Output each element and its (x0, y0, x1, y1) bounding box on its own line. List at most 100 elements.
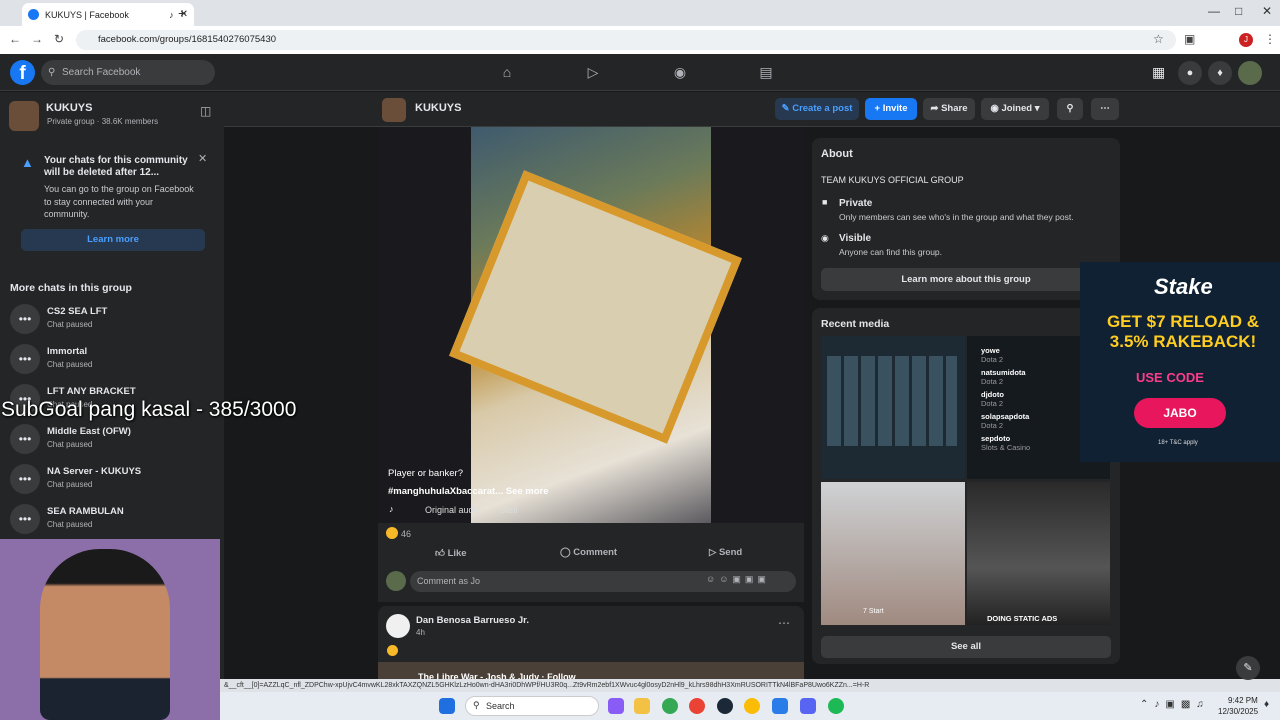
chat-bubble-icon: ••• (10, 464, 40, 494)
maximize-icon[interactable]: □ (1235, 4, 1242, 18)
group-avatar[interactable] (9, 101, 39, 131)
taskbar-date[interactable]: 12/30/2025 (1218, 707, 1258, 716)
forward-icon[interactable]: → (31, 32, 43, 46)
profile-avatar[interactable]: J (1239, 33, 1253, 47)
about-card: About TEAM KUKUYS OFFICIAL GROUP ■ Priva… (812, 138, 1120, 300)
chrome-active-icon[interactable] (744, 698, 760, 714)
invite-button[interactable]: + Invite (865, 98, 917, 120)
back-icon[interactable]: ← (9, 32, 21, 46)
discord-icon[interactable] (800, 698, 816, 714)
like-button[interactable]: 👍︎ Like (435, 547, 467, 559)
chat-item-middle-east[interactable]: ••• Middle East (OFW) Chat paused (10, 422, 220, 454)
joined-button[interactable]: ◉ Joined ▾ (981, 98, 1049, 120)
menu-grid-icon[interactable]: ▦ (1152, 64, 1165, 81)
chat-item-cs2-sea-lft[interactable]: ••• CS2 SEA LFT Chat paused (10, 302, 220, 334)
url-text: facebook.com/groups/1681540276075430 (98, 34, 277, 45)
send-icon: ▷ (709, 547, 717, 558)
group-header-avatar[interactable] (382, 98, 406, 122)
search-input[interactable]: ⚲ Search Facebook (41, 60, 215, 85)
video-icon[interactable]: ▷ (585, 64, 601, 80)
facebook-logo[interactable]: f (10, 60, 35, 85)
share-button[interactable]: ➦ Share (923, 98, 975, 120)
create-post-button[interactable]: ✎ Create a post (775, 98, 859, 120)
new-tab-button[interactable]: + (178, 5, 186, 21)
comment-input[interactable]: Comment as Jo ☺☺▣▣▣ (410, 571, 796, 592)
tray-icons[interactable]: ⌃♪▣▩♫ (1140, 699, 1210, 710)
notifications-icon[interactable]: ♦ (1208, 61, 1232, 85)
streamer-name: djdoto (981, 390, 1004, 399)
account-avatar[interactable] (1238, 61, 1262, 85)
chat-item-na-server[interactable]: ••• NA Server - KUKUYS Chat paused (10, 462, 220, 494)
bookmark-star-icon[interactable]: ☆ (1153, 32, 1164, 46)
post-video[interactable]: Player or banker? #manghuhulaXbaccarat..… (378, 127, 804, 523)
chat-bubble-icon: ••• (10, 304, 40, 334)
notice-body: You can go to the group on Facebook to s… (44, 184, 194, 219)
reaction-emoji-icon (386, 527, 398, 539)
file-explorer-icon[interactable] (634, 698, 650, 714)
visible-desc: Anyone can find this group. (839, 247, 943, 257)
send-button[interactable]: ▷ Send (709, 547, 742, 558)
notice-title: Your chats for this community will be de… (44, 155, 188, 178)
home-icon[interactable]: ⌂ (499, 64, 515, 80)
learn-more-button[interactable]: Learn more (21, 229, 205, 251)
chat-item-immortal[interactable]: ••• Immortal Chat paused (10, 342, 220, 374)
new-message-button[interactable]: ✎ (1236, 656, 1260, 680)
address-bar-row: ← → ↻ facebook.com/groups/16815402760754… (0, 26, 1280, 54)
ad-use-code: USE CODE (1136, 370, 1204, 385)
see-more-link[interactable]: See more (506, 486, 549, 497)
media-thumb-1[interactable] (821, 336, 965, 479)
group-search-button[interactable]: ⚲ (1057, 98, 1083, 120)
spotify-icon[interactable] (828, 698, 844, 714)
group-more-button[interactable]: ⋯ (1091, 98, 1119, 120)
minimize-icon[interactable]: — (1208, 4, 1220, 18)
taskbar-time[interactable]: 9:42 PM (1228, 696, 1258, 705)
chrome-icon[interactable] (662, 698, 678, 714)
groups-icon[interactable]: ◉ (672, 64, 688, 80)
browser-tab[interactable]: KUKUYS | Facebook ♪ ✕ (22, 3, 194, 26)
commenter-avatar (386, 571, 406, 591)
chrome-alt-icon[interactable] (689, 698, 705, 714)
messenger-icon[interactable]: ● (1178, 61, 1202, 85)
tab-audio-icon[interactable]: ♪ (169, 10, 174, 20)
windows-start-icon[interactable] (439, 698, 455, 714)
chat-item-sea-rambulan[interactable]: ••• SEA RAMBULAN Chat paused (10, 502, 220, 534)
media-thumb-4[interactable]: DOING STATIC ADS (967, 482, 1110, 625)
media-thumb-3[interactable]: 7 Start (821, 482, 965, 625)
audio-label[interactable]: Original audio (425, 505, 481, 515)
sidebar-toggle-icon[interactable]: ◫ (200, 104, 211, 118)
author-avatar[interactable] (386, 614, 410, 638)
post-author[interactable]: Dan Benosa Barrueso Jr. (416, 615, 529, 626)
extensions-icon[interactable]: ▣ (1184, 32, 1195, 46)
webcam-feed (0, 539, 220, 720)
close-window-icon[interactable]: ✕ (1262, 4, 1272, 18)
facebook-top-bar: f ⚲ Search Facebook ⌂ ▷ ◉ ▤ ▦ ● ♦ (0, 54, 1280, 91)
reaction-count[interactable]: 46 (401, 529, 411, 539)
steam-icon[interactable] (717, 698, 733, 714)
url-field[interactable]: facebook.com/groups/1681540276075430 (76, 30, 1176, 50)
browser-menu-icon[interactable]: ⋮ (1264, 32, 1276, 46)
notepad-icon[interactable] (772, 698, 788, 714)
group-name[interactable]: KUKUYS (46, 102, 92, 114)
windows-taskbar: ⚲ Search ⌃♪▣▩♫ 9:42 PM 12/30/2025 ♦ (220, 692, 1280, 720)
post-time[interactable]: 4h (416, 628, 425, 637)
gaming-icon[interactable]: ▤ (758, 64, 774, 80)
thumb-grid (827, 356, 957, 446)
group-header-name[interactable]: KUKUYS (415, 102, 461, 114)
recent-media-title: Recent media (821, 318, 890, 330)
see-all-button[interactable]: See all (821, 636, 1111, 658)
copilot-icon[interactable] (608, 698, 624, 714)
recent-media-card: Recent media yowe Dota 2 natsumidota Dota … (812, 308, 1120, 664)
comment-button[interactable]: ◯ Comment (560, 547, 617, 558)
taskbar-search[interactable]: ⚲ Search (465, 696, 599, 716)
notice-close-icon[interactable]: ✕ (198, 152, 207, 165)
subgoal-overlay: SubGoal pang kasal - 385/3000 (1, 398, 297, 421)
learn-more-group-button[interactable]: Learn more about this group (821, 268, 1111, 291)
post-more-icon[interactable]: ⋯ (778, 616, 790, 630)
reload-icon[interactable]: ↻ (54, 32, 64, 46)
warning-icon: ▲ (21, 155, 34, 170)
group-header-bar: KUKUYS ✎ Create a post + Invite ➦ Share … (224, 92, 1280, 127)
ad-code-button: JABO (1134, 398, 1226, 428)
audio-author[interactable]: Stell (500, 505, 518, 515)
notification-bell-icon[interactable]: ♦ (1264, 699, 1269, 710)
comment-tools-icons[interactable]: ☺☺▣▣▣ (706, 574, 770, 585)
